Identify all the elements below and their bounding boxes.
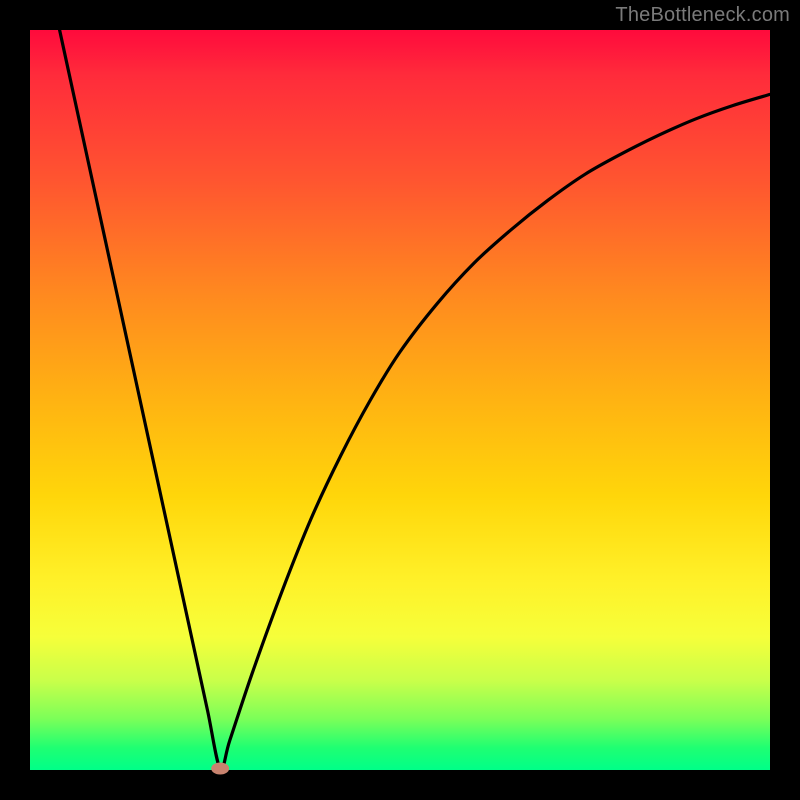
bottleneck-curve-svg: [30, 30, 770, 770]
optimum-marker: [211, 763, 229, 775]
chart-frame: TheBottleneck.com: [0, 0, 800, 800]
bottleneck-curve: [60, 30, 770, 769]
watermark-text: TheBottleneck.com: [615, 4, 790, 27]
plot-area: [30, 30, 770, 770]
